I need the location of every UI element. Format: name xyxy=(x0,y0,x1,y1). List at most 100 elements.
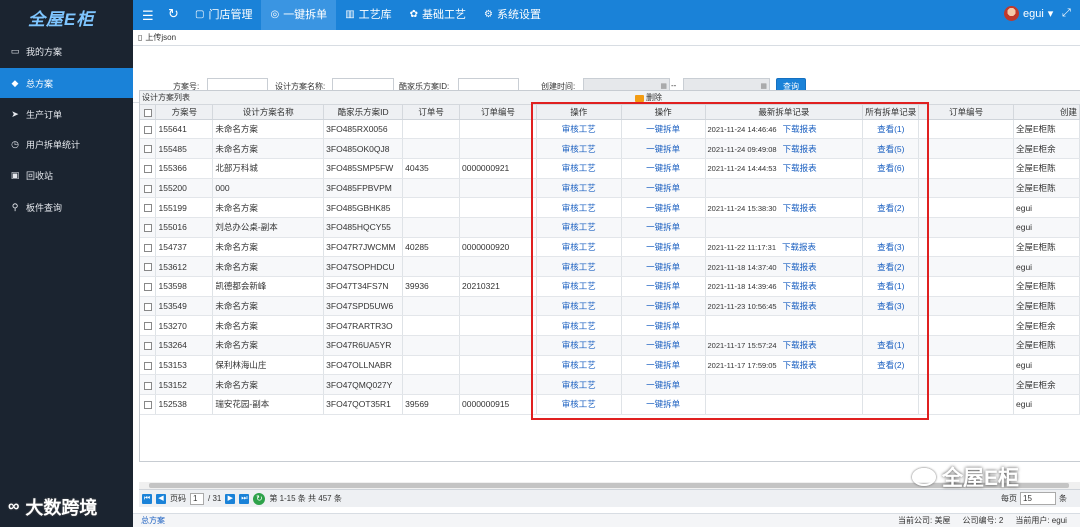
per-page-select[interactable]: 15 xyxy=(1020,492,1056,505)
table-row[interactable]: 152538 瑞安花园-副本 3FO47QOT35R1 39569 0000000915… xyxy=(140,394,1080,415)
delete-button[interactable]: 删除 xyxy=(635,91,662,105)
audit-craft-link[interactable]: 审核工艺 xyxy=(536,256,622,277)
row-checkbox-cell[interactable] xyxy=(140,178,157,199)
view-all-splits-link[interactable] xyxy=(862,394,920,415)
view-all-splits-link[interactable] xyxy=(862,178,920,199)
sidebar-item-all-plans[interactable]: ◆ 总方案 xyxy=(0,68,133,98)
table-row[interactable]: 153549 未命名方案 3FO47SPD5UW6 审核工艺 一键拆单 2021-11-2… xyxy=(140,296,1080,317)
view-all-splits-link[interactable]: 查看(1) xyxy=(862,276,920,297)
download-report-link[interactable]: 下载报表 xyxy=(783,340,817,350)
row-checkbox[interactable] xyxy=(143,302,152,311)
row-checkbox[interactable] xyxy=(143,125,152,134)
view-all-splits-link[interactable]: 查看(2) xyxy=(862,256,920,277)
view-all-splits-link[interactable]: 查看(3) xyxy=(862,296,920,317)
row-checkbox-cell[interactable] xyxy=(140,355,157,376)
row-checkbox-cell[interactable] xyxy=(140,237,157,258)
row-checkbox[interactable] xyxy=(143,361,152,370)
col-creator[interactable]: 创建 xyxy=(1013,105,1080,120)
row-checkbox-cell[interactable] xyxy=(140,296,157,317)
sidebar-item-production-orders[interactable]: ➤ 生产订单 xyxy=(0,99,133,129)
download-report-link[interactable]: 下载报表 xyxy=(783,301,817,311)
nav-item-split[interactable]: ◎ 一键拆单 xyxy=(261,0,337,30)
row-checkbox-cell[interactable] xyxy=(140,256,157,277)
download-report-link[interactable]: 下载报表 xyxy=(783,144,817,154)
audit-craft-link[interactable]: 审核工艺 xyxy=(536,296,622,317)
table-row[interactable]: 153270 未命名方案 3FO47RARTR3O 审核工艺 一键拆单 全屋E柜余 xyxy=(140,315,1080,337)
split-order-link[interactable]: 一键拆单 xyxy=(621,355,706,376)
row-checkbox-cell[interactable] xyxy=(140,138,157,159)
table-row[interactable]: 153598 凯德都会新峰 3FO47T34FS7N 39936 20210321 审核工… xyxy=(140,276,1080,297)
col-order-no[interactable]: 订单号 xyxy=(402,105,461,120)
nav-item-store[interactable]: ▢ 门店管理 xyxy=(186,0,261,30)
page-input[interactable]: 1 xyxy=(190,492,204,505)
nav-item-craft-lib[interactable]: ▥ 工艺库 xyxy=(336,0,400,30)
audit-craft-link[interactable]: 审核工艺 xyxy=(536,237,622,258)
row-checkbox[interactable] xyxy=(143,263,152,272)
view-all-splits-link[interactable]: 查看(2) xyxy=(862,197,920,218)
row-checkbox-cell[interactable] xyxy=(140,394,157,415)
audit-craft-link[interactable]: 审核工艺 xyxy=(536,335,622,356)
table-row[interactable]: 153264 未命名方案 3FO47R6UA5YR 审核工艺 一键拆单 2021-11-1… xyxy=(140,335,1080,356)
split-order-link[interactable]: 一键拆单 xyxy=(621,217,706,238)
audit-craft-link[interactable]: 审核工艺 xyxy=(536,178,622,199)
nav-item-basic-craft[interactable]: ✿ 基础工艺 xyxy=(401,0,475,30)
split-order-link[interactable]: 一键拆单 xyxy=(621,119,706,140)
table-row[interactable]: 155641 未命名方案 3FO485RX0056 审核工艺 一键拆单 2021-11-2… xyxy=(140,119,1080,140)
split-order-link[interactable]: 一键拆单 xyxy=(621,178,706,199)
row-checkbox-cell[interactable] xyxy=(140,276,157,297)
split-order-link[interactable]: 一键拆单 xyxy=(621,276,706,297)
row-checkbox[interactable] xyxy=(143,145,152,154)
col-plan-no[interactable]: 方案号 xyxy=(155,105,214,120)
row-checkbox-cell[interactable] xyxy=(140,217,157,238)
table-row[interactable]: 155016 刘总办公桌-副本 3FO485HQCY55 审核工艺 一键拆单 egui xyxy=(140,217,1080,238)
row-checkbox-cell[interactable] xyxy=(140,315,157,337)
table-row[interactable]: 153153 保利林海山庄 3FO47OLLNABR 审核工艺 一键拆单 2021-11-… xyxy=(140,355,1080,376)
audit-craft-link[interactable]: 审核工艺 xyxy=(536,315,622,337)
audit-craft-link[interactable]: 审核工艺 xyxy=(536,138,622,159)
split-order-link[interactable]: 一键拆单 xyxy=(621,394,706,415)
col-plan-name[interactable]: 设计方案名称 xyxy=(212,105,325,120)
split-order-link[interactable]: 一键拆单 xyxy=(621,197,706,218)
view-all-splits-link[interactable]: 查看(5) xyxy=(862,138,920,159)
sidebar-item-my-plans[interactable]: ▭ 我的方案 xyxy=(0,36,133,66)
split-order-link[interactable]: 一键拆单 xyxy=(621,315,706,337)
status-breadcrumb[interactable]: 总方案 xyxy=(141,514,165,527)
col-action-split[interactable]: 操作 xyxy=(621,105,706,120)
col-order-code-2[interactable]: 订单编号 xyxy=(918,105,1014,120)
table-row[interactable]: 155366 北部万科城 3FO485SMP5FW 40435 0000000921 审核… xyxy=(140,158,1080,179)
row-checkbox-cell[interactable] xyxy=(140,197,157,218)
view-all-splits-link[interactable]: 查看(2) xyxy=(862,355,920,376)
table-row[interactable]: 153612 未命名方案 3FO47SOPHDCU 审核工艺 一键拆单 2021-11-1… xyxy=(140,256,1080,277)
view-all-splits-link[interactable] xyxy=(862,217,920,238)
split-order-link[interactable]: 一键拆单 xyxy=(621,158,706,179)
download-report-link[interactable]: 下载报表 xyxy=(783,124,817,134)
row-checkbox[interactable] xyxy=(143,322,152,331)
download-report-link[interactable]: 下载报表 xyxy=(783,360,817,370)
split-order-link[interactable]: 一键拆单 xyxy=(621,237,706,258)
col-action-audit[interactable]: 操作 xyxy=(536,105,622,120)
select-all-cell[interactable] xyxy=(140,105,157,120)
row-checkbox-cell[interactable] xyxy=(140,335,157,356)
fullscreen-icon[interactable]: ⤢ xyxy=(1062,7,1071,20)
table-row[interactable]: 155485 未命名方案 3FO485OK0QJ8 审核工艺 一键拆单 2021-11-2… xyxy=(140,138,1080,159)
row-checkbox[interactable] xyxy=(143,164,152,173)
audit-craft-link[interactable]: 审核工艺 xyxy=(536,394,622,415)
first-page-button[interactable]: ⏮ xyxy=(142,493,152,504)
row-checkbox[interactable] xyxy=(143,224,152,233)
row-checkbox[interactable] xyxy=(143,381,152,390)
reload-icon[interactable]: ↻ xyxy=(253,492,266,505)
download-report-link[interactable]: 下载报表 xyxy=(782,242,816,252)
select-all-checkbox[interactable] xyxy=(143,108,152,117)
download-report-link[interactable]: 下载报表 xyxy=(783,203,817,213)
col-kujiale-id[interactable]: 酷家乐方案ID xyxy=(323,105,404,120)
split-order-link[interactable]: 一键拆单 xyxy=(621,374,706,396)
table-row[interactable]: 153152 未命名方案 3FO47QMQ027Y 审核工艺 一键拆单 全屋E柜余 xyxy=(140,374,1080,396)
row-checkbox-cell[interactable] xyxy=(140,158,157,179)
row-checkbox-cell[interactable] xyxy=(140,119,157,140)
row-checkbox[interactable] xyxy=(143,283,152,292)
view-all-splits-link[interactable]: 查看(6) xyxy=(862,158,920,179)
table-row[interactable]: 154737 未命名方案 3FO47R7JWCMM 40285 0000000920 审核… xyxy=(140,237,1080,258)
menu-toggle-icon[interactable]: ☰ xyxy=(142,8,154,24)
next-page-button[interactable]: ▶ xyxy=(225,493,236,504)
sidebar-item-recycle-bin[interactable]: ▣ 回收站 xyxy=(0,160,133,190)
